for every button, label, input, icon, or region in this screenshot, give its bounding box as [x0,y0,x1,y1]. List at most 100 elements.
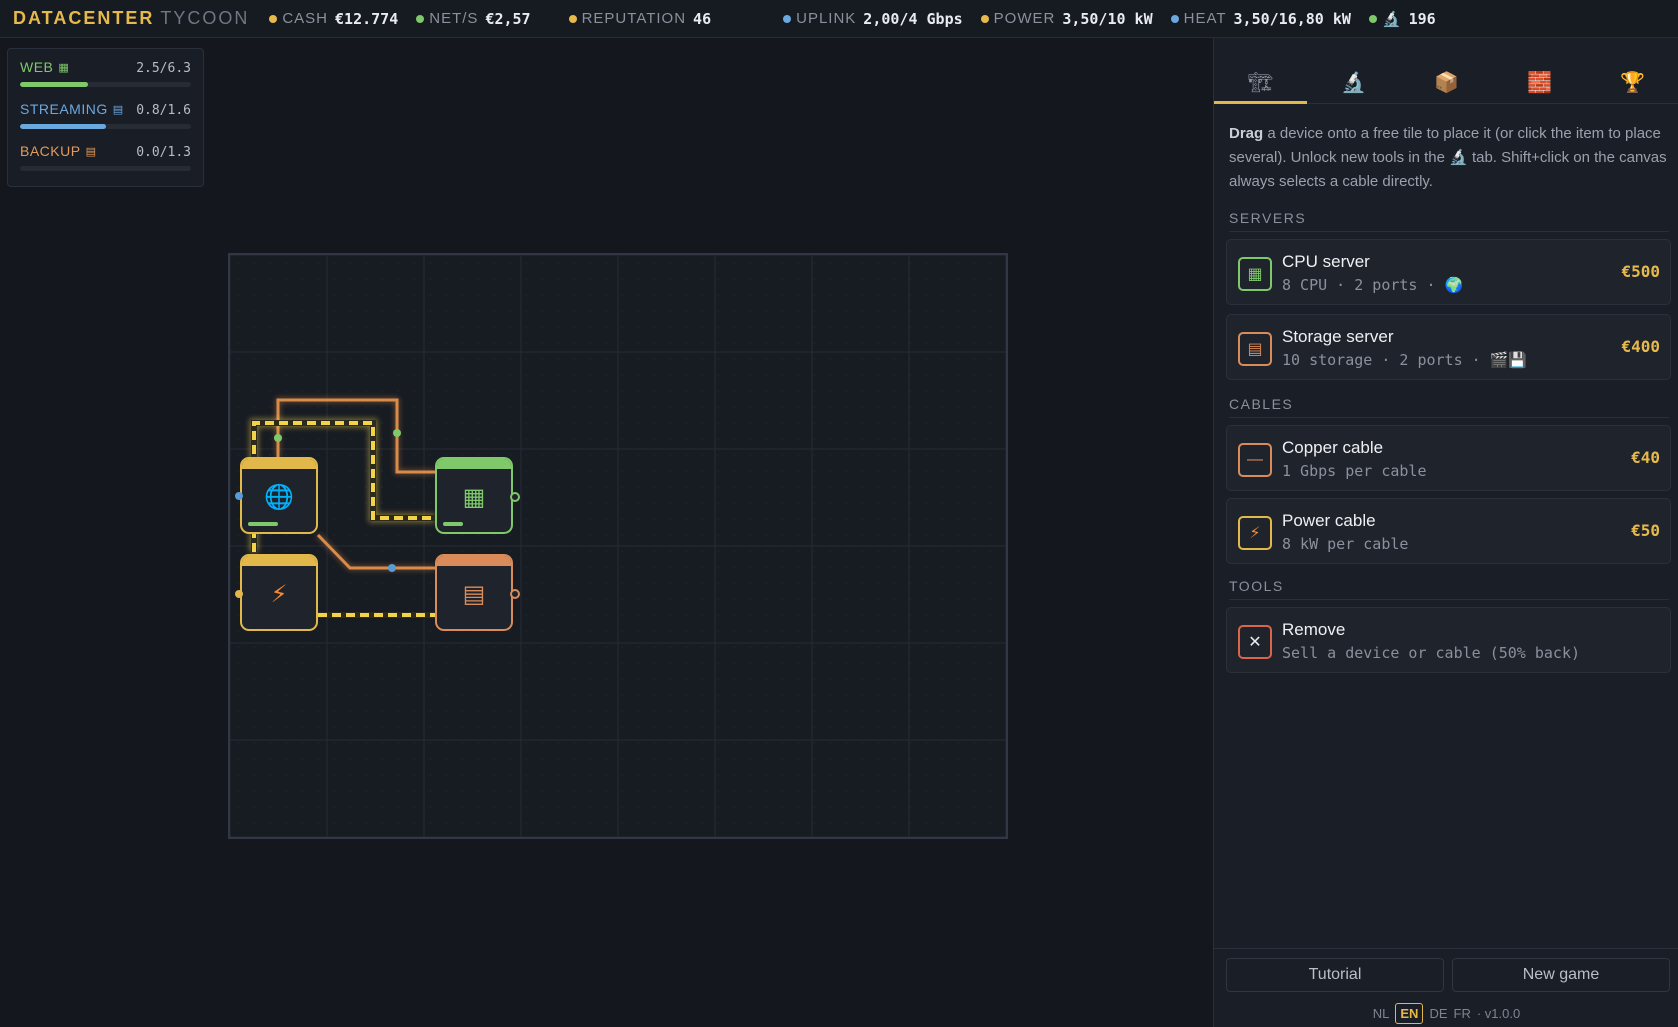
stat-label: NET/S [429,10,479,27]
tutorial-button[interactable]: Tutorial [1226,958,1444,992]
item-name: CPU server [1282,252,1370,271]
demand-row-backup: BACKUP ▤ 0.0/1.3 [20,143,191,185]
item-name: Copper cable [1282,438,1384,457]
tab-bar: 🏗 🔬 📦 🧱 🏆 [1214,62,1678,104]
demand-bar [20,124,191,129]
lightning-icon: ⚡ [1238,516,1272,550]
stat-research: 🔬 196 [1368,9,1436,28]
tab-build[interactable]: 🏗 [1214,62,1307,104]
power-supply-device[interactable]: ⚡ [240,554,318,631]
stat-label: UPLINK [796,10,857,27]
stat-reputation: REPUTATION 46 [568,9,712,28]
item-name: Power cable [1282,511,1376,530]
item-price: €400 [1621,337,1660,356]
item-desc: 1 Gbps per cable [1282,462,1427,480]
item-price: €500 [1621,262,1660,281]
internet-uplink-device[interactable]: 🌐 [240,457,318,534]
brand-title: DATACENTER [13,8,155,28]
item-desc: Sell a device or cable (50% back) [1282,644,1581,662]
item-price: €40 [1631,448,1660,467]
item-name: Remove [1282,620,1346,639]
shop-item-storage-server[interactable]: ▤ Storage server 10 storage · 2 ports · … [1226,314,1671,380]
demand-bar [20,166,191,171]
demand-panel: WEB ▦ 2.5/6.3 STREAMING ▤ 0.8/1.6 BACKUP ▤ … [7,48,204,187]
storage-server-device[interactable]: ▤ [435,554,513,631]
stat-value: €2,57 [485,9,531,28]
device-cap [242,459,316,469]
research-dot-icon [1368,14,1377,23]
brand-subtitle: TYCOON [160,8,250,28]
tab-research[interactable]: 🔬 [1307,62,1400,103]
bricks-icon: 🧱 [1527,72,1552,94]
tab-achievements[interactable]: 🏆 [1586,62,1678,103]
stat-value: 196 [1408,9,1436,28]
lang-de[interactable]: DE [1429,1006,1447,1021]
tab-contracts[interactable]: 📦 [1400,62,1493,103]
power-dot-icon [980,14,989,23]
stat-uplink: UPLINK 2,00/4 Gbps [783,10,963,28]
shop-item-cpu-server[interactable]: ▦ CPU server 8 CPU · 2 ports · 🌍 €500 [1226,239,1671,305]
game-board[interactable]: 🌐 ▦ ⚡ ▤ [228,253,1008,839]
stat-power: POWER 3,50/10 kW [980,9,1153,28]
stat-value: €12.774 [335,9,399,28]
port-dot-icon[interactable] [510,589,520,599]
new-game-button[interactable]: New game [1452,958,1670,992]
item-desc: 10 storage · 2 ports · 🎬💾 [1282,351,1528,369]
globe-icon: 🌐 [264,484,294,511]
demand-bar-fill [20,82,89,87]
port-dot-icon[interactable] [510,492,520,502]
stat-label: HEAT [1183,10,1227,27]
reputation-dot-icon [568,14,577,23]
demand-value: 0.8/1.6 [136,103,191,118]
demand-bar-fill [20,124,106,129]
port-dot-icon[interactable] [235,590,243,598]
stat-value: 2,00/4 Gbps [863,9,963,28]
storage-icon: ▤ [85,145,97,158]
stat-net: NET/S €2,57 [416,9,531,28]
demand-bar [20,82,191,87]
cpu-icon: ▦ [462,484,486,511]
demand-value: 2.5/6.3 [136,61,191,76]
top-bar: DATACENTER TYCOON CASH €12.774 NET/S €2,57… [0,0,1678,38]
package-icon: 📦 [1434,72,1459,94]
lang-nl[interactable]: NL [1373,1006,1390,1021]
shop-item-remove[interactable]: ✕ Remove Sell a device or cable (50% bac… [1226,607,1671,673]
device-cap [437,459,511,469]
microscope-icon: 🔬 [1381,10,1402,28]
section-servers: SERVERS [1229,210,1669,232]
demand-row-streaming: STREAMING ▤ 0.8/1.6 [20,101,191,143]
shop-item-power-cable[interactable]: ⚡ Power cable 8 kW per cable €50 [1226,498,1671,564]
stat-value: 3,50/10 kW [1062,9,1153,28]
storage-icon: ▤ [462,581,486,608]
item-name: Storage server [1282,327,1394,346]
item-desc: 8 kW per cable [1282,535,1409,553]
cpu-icon: ▦ [1238,257,1272,291]
item-price: €50 [1631,521,1660,540]
net-dot-icon [416,14,425,23]
cable-icon: — [1238,443,1272,477]
lang-en[interactable]: EN [1395,1003,1424,1024]
side-panel: 🏗 🔬 📦 🧱 🏆 Drag a device onto a free tile… [1213,38,1678,1027]
demand-value: 0.0/1.3 [136,145,191,160]
stat-label: REPUTATION [581,10,687,27]
close-icon: ✕ [1238,625,1272,659]
load-bar [443,522,463,526]
build-icon: 🏗 [1247,72,1274,94]
device-cap [242,556,316,566]
demand-row-web: WEB ▦ 2.5/6.3 [20,59,191,101]
cpu-server-device[interactable]: ▦ [435,457,513,534]
board-canvas[interactable] [230,255,1006,837]
port-dot-icon[interactable] [235,492,243,500]
load-bar [248,522,278,526]
cpu-icon: ▦ [58,61,70,74]
stat-value: 3,50/16,80 kW [1233,9,1351,28]
help-bold: Drag [1229,125,1264,142]
tab-expand[interactable]: 🧱 [1493,62,1586,103]
stat-value: 46 [693,9,712,28]
lightning-icon: ⚡ [270,581,288,608]
language-switcher: NL EN DE FR · v1.0.0 [1214,1003,1678,1024]
stat-label: POWER [993,10,1056,27]
uplink-dot-icon [783,14,792,23]
lang-fr[interactable]: FR [1454,1006,1471,1021]
shop-item-copper-cable[interactable]: — Copper cable 1 Gbps per cable €40 [1226,425,1671,491]
